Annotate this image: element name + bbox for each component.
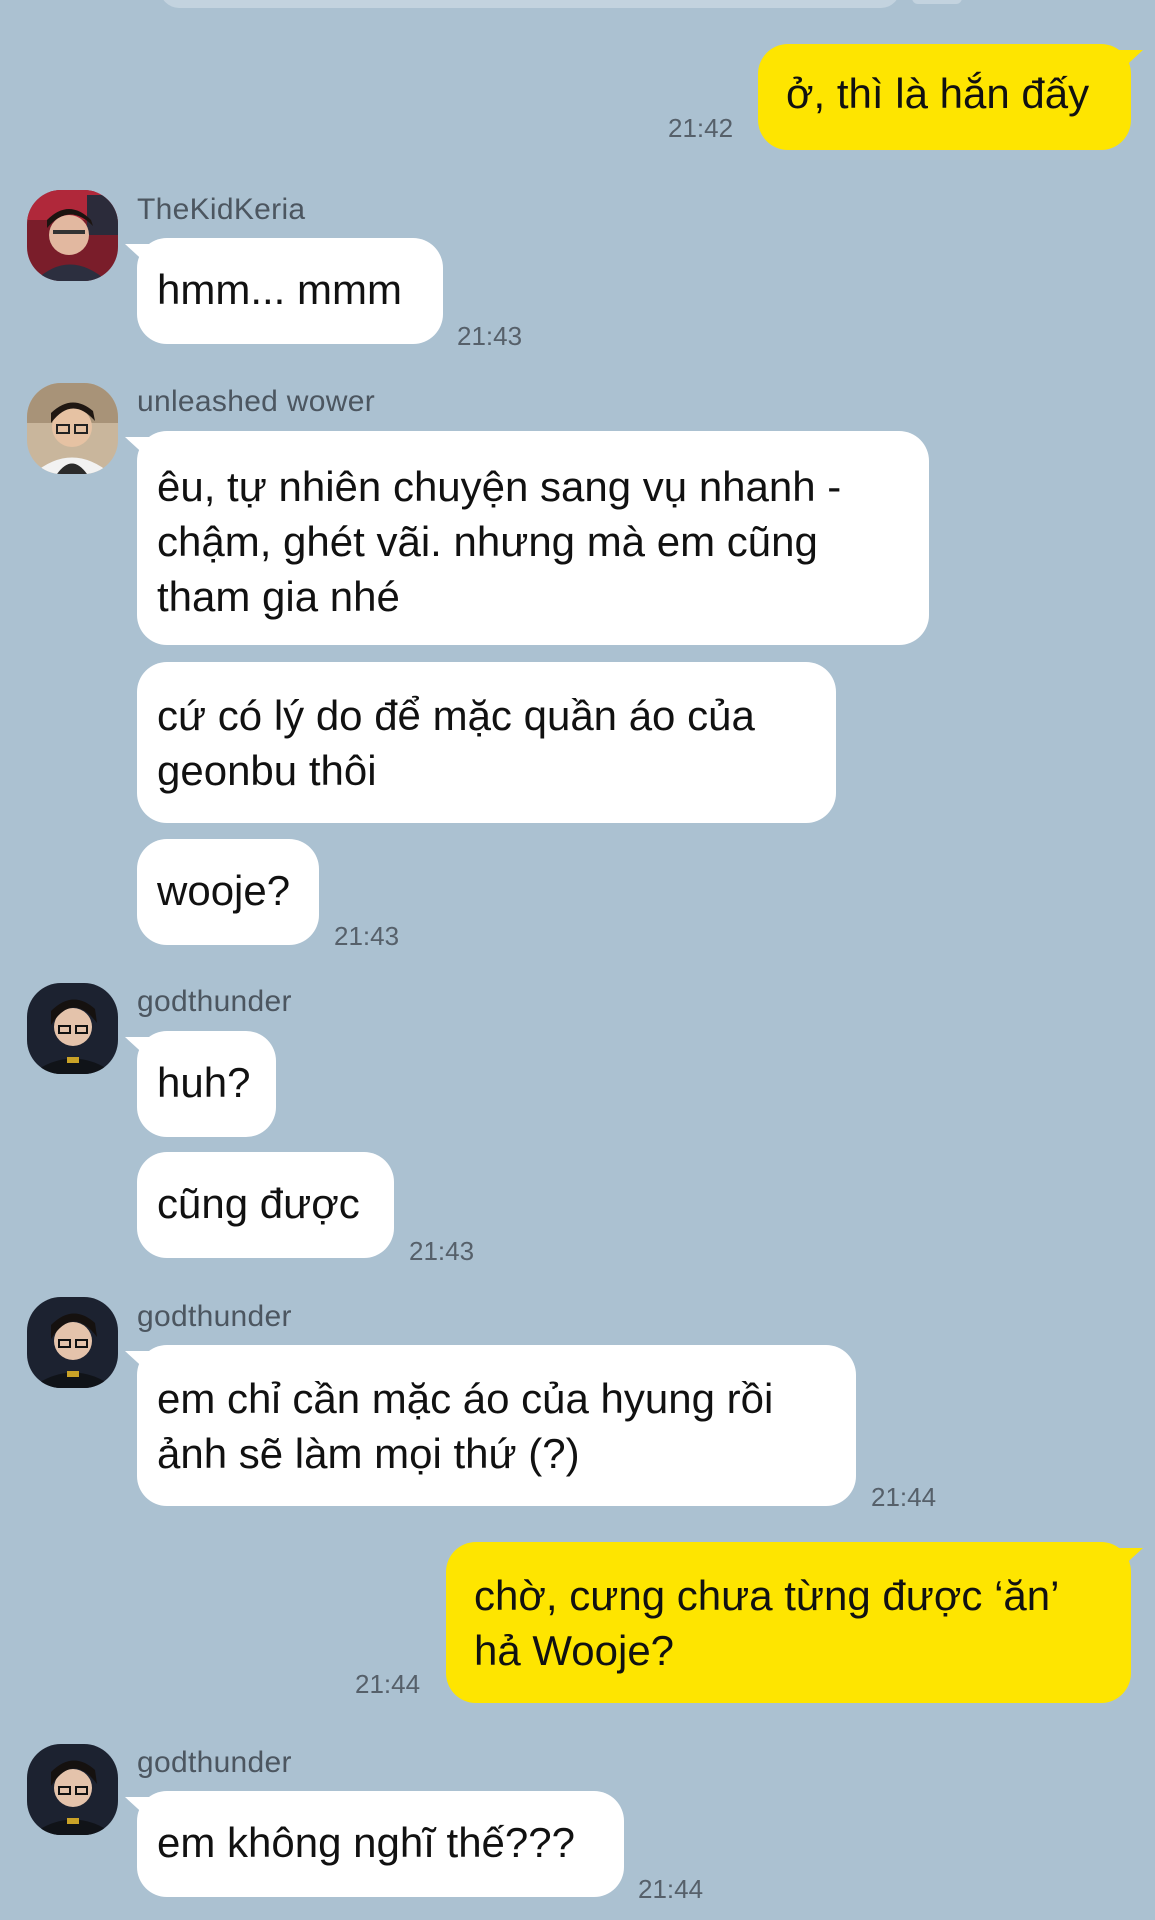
message-text-line: tham gia nhé xyxy=(157,573,400,620)
previous-message-time xyxy=(912,0,962,4)
avatar-godthunder[interactable] xyxy=(27,1744,118,1835)
message-text: hmm... mmm xyxy=(157,266,402,313)
message-timestamp: 21:42 xyxy=(668,113,734,143)
message-text: cũng được xyxy=(157,1180,360,1227)
outgoing-message-bubble[interactable]: ở, thì là hắn đấy xyxy=(758,44,1143,150)
incoming-message-bubble[interactable]: cứ có lý do để mặc quần áo của geonbu th… xyxy=(137,662,836,823)
incoming-message-bubble[interactable]: êu, tự nhiên chuyện sang vụ nhanh - chậm… xyxy=(125,431,929,645)
message-text-line: em chỉ cần mặc áo của hyung rồi xyxy=(157,1375,774,1422)
message-text-line: hả Wooje? xyxy=(474,1627,675,1674)
incoming-message-bubble[interactable]: hmm... mmm xyxy=(125,238,443,344)
avatar-godthunder[interactable] xyxy=(27,983,118,1074)
message-text: wooje? xyxy=(157,867,291,914)
message-text-line: geonbu thôi xyxy=(157,747,377,794)
message-text-line: chậm, ghét vãi. nhưng mà em cũng xyxy=(157,518,818,565)
message-text: em không nghĩ thế??? xyxy=(157,1819,575,1866)
incoming-message-bubble[interactable]: cũng được xyxy=(137,1152,394,1258)
message-text: huh? xyxy=(157,1059,251,1106)
sender-name: godthunder xyxy=(137,1300,292,1333)
avatar-godthunder[interactable] xyxy=(27,1297,118,1388)
message-text-line: cứ có lý do để mặc quần áo của xyxy=(157,692,755,739)
message-timestamp: 21:44 xyxy=(638,1874,704,1904)
incoming-message-bubble[interactable]: wooje? xyxy=(137,839,319,945)
message-timestamp: 21:44 xyxy=(355,1669,421,1699)
sender-name: TheKidKeria xyxy=(137,193,306,226)
incoming-message-bubble[interactable]: huh? xyxy=(125,1031,276,1137)
incoming-message-bubble[interactable]: em chỉ cần mặc áo của hyung rồi ảnh sẽ l… xyxy=(125,1345,856,1506)
incoming-message-bubble[interactable]: em không nghĩ thế??? xyxy=(125,1791,624,1897)
sender-name: godthunder xyxy=(137,1746,292,1779)
message-timestamp: 21:43 xyxy=(334,921,400,951)
avatar-unleashed-wower[interactable] xyxy=(27,383,118,474)
message-text-line: êu, tự nhiên chuyện sang vụ nhanh - xyxy=(157,463,842,510)
message-timestamp: 21:43 xyxy=(409,1236,475,1266)
sender-name: unleashed wower xyxy=(137,385,375,418)
outgoing-message-bubble[interactable]: chờ, cưng chưa từng được ‘ăn’ hả Wooje? xyxy=(446,1542,1143,1703)
message-text: ở, thì là hắn đấy xyxy=(786,70,1090,117)
message-text-line: ảnh sẽ làm mọi thứ (?) xyxy=(157,1430,580,1477)
message-text-line: chờ, cưng chưa từng được ‘ăn’ xyxy=(474,1572,1060,1619)
message-timestamp: 21:43 xyxy=(457,321,523,351)
avatar-thekidkeria[interactable] xyxy=(27,190,118,281)
previous-message-bubble[interactable] xyxy=(160,0,900,8)
sender-name: godthunder xyxy=(137,985,292,1018)
message-timestamp: 21:44 xyxy=(871,1482,937,1512)
